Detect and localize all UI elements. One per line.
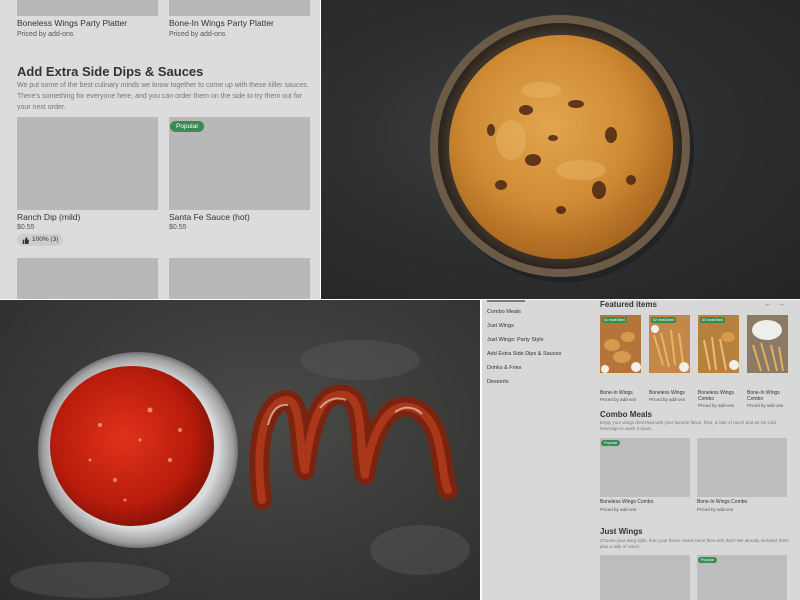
- section-title: Add Extra Side Dips & Sauces: [17, 64, 204, 79]
- nav-item-combo-meals[interactable]: Combo Meals: [487, 309, 521, 315]
- nav-item-drinks-fries[interactable]: Drinks & Fries: [487, 365, 522, 371]
- featured-items-title: Featured items: [600, 300, 657, 309]
- combo-meals-description: Enjoy your wings drenched with your favo…: [600, 420, 776, 431]
- rating-badge: 100% (3): [17, 234, 64, 246]
- item-name: Bone-In Wings Combo: [697, 499, 748, 505]
- item-image[interactable]: [697, 438, 787, 497]
- item-image[interactable]: [17, 117, 158, 210]
- party-platter-boneless-image[interactable]: [17, 0, 158, 16]
- just-wings-description: Choose your wing style, then your flavor…: [600, 538, 789, 549]
- featured-item-image[interactable]: [649, 315, 690, 373]
- item-image[interactable]: [600, 555, 690, 600]
- cookie-photo: [321, 0, 800, 299]
- item-image[interactable]: [17, 258, 158, 299]
- featured-item-image[interactable]: [698, 315, 739, 373]
- item-price: Priced by add-ons: [697, 507, 734, 512]
- item-name[interactable]: Bone-In Wings Party Platter: [169, 18, 274, 28]
- popular-badge: Popular: [601, 440, 621, 446]
- item-price: $0.55: [169, 224, 187, 231]
- menu-section-panel: Boneless Wings Party Platter Priced by a…: [0, 0, 320, 299]
- item-name: Boneless Wings Combo: [600, 499, 654, 505]
- featured-item-name: Boneless Wings: [649, 390, 685, 396]
- rating-text: 100% (3): [32, 236, 59, 243]
- previous-arrow-icon[interactable]: ←: [764, 301, 772, 309]
- nav-item-side-dips[interactable]: Add Extra Side Dips & Sauces: [487, 351, 561, 357]
- featured-item-name: Bone-In Wings: [600, 390, 633, 396]
- item-price: Priced by add-ons: [169, 31, 226, 38]
- featured-item-price: Priced by add-ons: [649, 397, 686, 402]
- nav-item-desserts[interactable]: Desserts: [487, 379, 509, 385]
- featured-item-name: Bone-In Wings Combo: [747, 390, 780, 402]
- section-description: We put some of the best culinary minds w…: [17, 82, 309, 111]
- cookie-skillet-image: [430, 15, 694, 282]
- item-image[interactable]: [169, 258, 310, 299]
- featured-item-image[interactable]: [747, 315, 788, 373]
- sauce-cup-image: [10, 340, 470, 598]
- featured-badge: #2 most liked: [651, 317, 676, 323]
- party-platter-bonein-image[interactable]: [169, 0, 310, 16]
- sauce-photo: [0, 300, 480, 600]
- just-wings-title: Just Wings: [600, 527, 643, 536]
- item-name[interactable]: Boneless Wings Party Platter: [17, 18, 127, 28]
- item-price: $0.55: [17, 224, 35, 231]
- featured-item-name: Boneless Wings Combo: [698, 390, 734, 402]
- item-name: Santa Fe Sauce (hot): [169, 212, 250, 222]
- featured-item-price: Priced by add-ons: [747, 403, 784, 408]
- next-arrow-icon[interactable]: →: [777, 301, 785, 309]
- popular-badge: Popular: [698, 557, 718, 563]
- featured-item-price: Priced by add-ons: [698, 403, 735, 408]
- featured-badge: #1 most liked: [602, 317, 627, 323]
- nav-item-just-wings[interactable]: Just Wings: [487, 323, 514, 329]
- item-price: Priced by add-ons: [17, 31, 74, 38]
- nav-active-indicator: [487, 300, 525, 302]
- item-image[interactable]: [600, 438, 690, 497]
- featured-item-image[interactable]: [600, 315, 641, 373]
- popular-badge: Popular: [170, 121, 205, 132]
- item-price: Priced by add-ons: [600, 507, 637, 512]
- nav-item-party-style[interactable]: Just Wings: Party Style: [487, 337, 544, 343]
- featured-item-price: Priced by add-ons: [600, 397, 637, 402]
- featured-badge: #3 most liked: [700, 317, 725, 323]
- thumbs-up-icon: [22, 236, 29, 244]
- restaurant-menu-panel: Combo Meals Just Wings Just Wings: Party…: [482, 300, 800, 600]
- item-name: Ranch Dip (mild): [17, 212, 81, 222]
- combo-meals-title: Combo Meals: [600, 410, 653, 419]
